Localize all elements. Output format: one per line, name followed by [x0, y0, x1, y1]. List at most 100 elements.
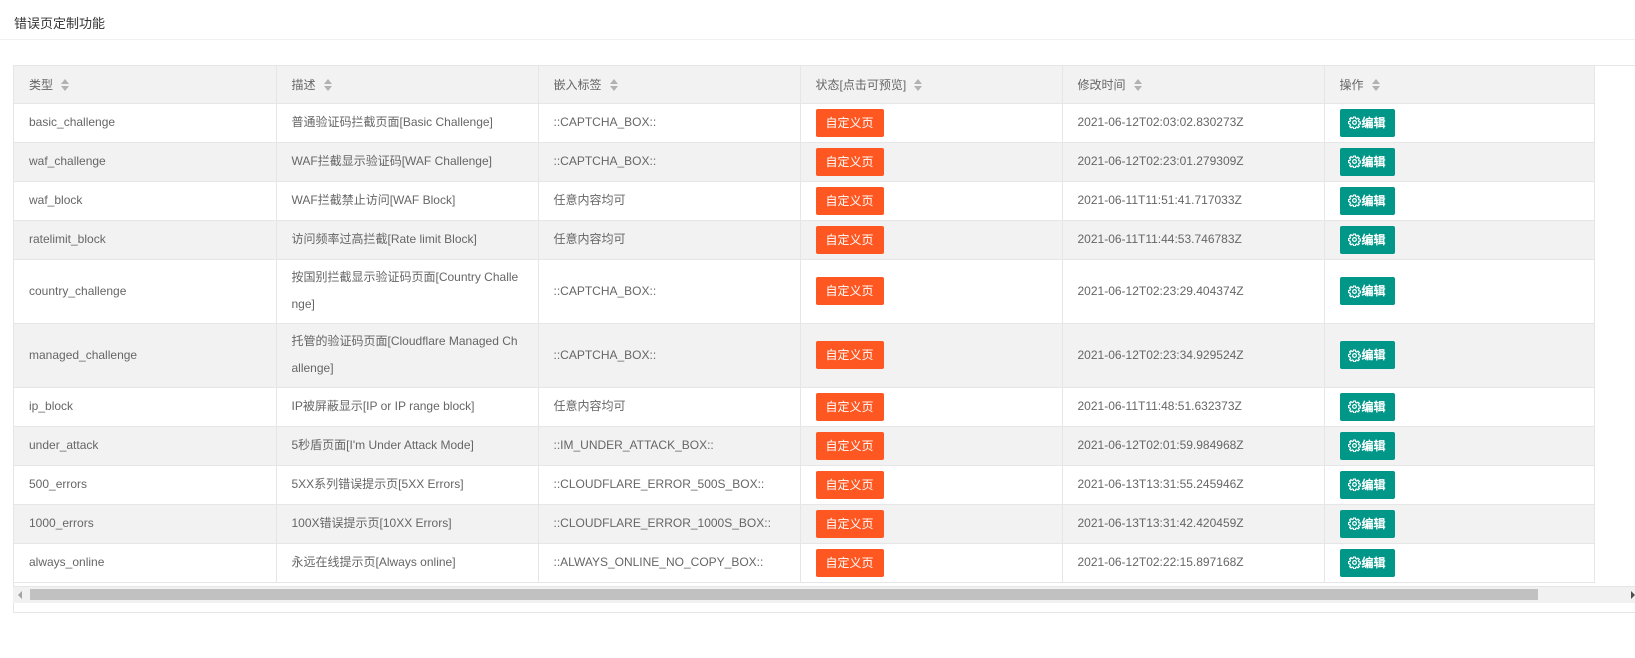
cell-description: WAF拦截禁止访问[WAF Block]	[276, 181, 539, 221]
sort-icon[interactable]	[609, 78, 618, 91]
gear-icon	[1347, 233, 1361, 246]
cell-status: 自定义页	[800, 259, 1063, 324]
cell-description: 永远在线提示页[Always online]	[276, 543, 539, 583]
edit-button[interactable]: 编辑	[1339, 548, 1395, 577]
table-row: always_online 永远在线提示页[Always online] ::A…	[14, 543, 1595, 583]
cell-type: country_challenge	[14, 259, 277, 324]
arrow-left-icon[interactable]	[18, 591, 22, 599]
custom-page-button[interactable]: 自定义页	[815, 147, 884, 176]
cell-modified-time: 2021-06-11T11:44:53.746783Z	[1062, 220, 1325, 260]
column-header-description[interactable]: 描述	[276, 66, 539, 104]
custom-page-button[interactable]: 自定义页	[815, 341, 884, 369]
cell-type: managed_challenge	[14, 323, 277, 388]
page-header: 错误页定制功能	[0, 0, 1635, 40]
edit-button-label: 编辑	[1361, 348, 1386, 362]
cell-type: ip_block	[14, 387, 277, 427]
edit-button[interactable]: 编辑	[1339, 341, 1395, 369]
custom-page-button[interactable]: 自定义页	[815, 548, 884, 577]
edit-button[interactable]: 编辑	[1339, 147, 1395, 176]
cell-embed-tag: ::CAPTCHA_BOX::	[538, 142, 801, 182]
cell-status: 自定义页	[800, 323, 1063, 388]
table-row: ratelimit_block 访问频率过高拦截[Rate limit Bloc…	[14, 220, 1595, 260]
cell-actions: 编辑	[1324, 543, 1595, 583]
sort-icon[interactable]	[1133, 78, 1142, 91]
cell-modified-time: 2021-06-13T13:31:55.245946Z	[1062, 465, 1325, 505]
edit-button[interactable]: 编辑	[1339, 225, 1395, 254]
cell-description: 访问频率过高拦截[Rate limit Block]	[276, 220, 539, 260]
column-header-actions[interactable]: 操作	[1324, 66, 1595, 104]
cell-type: under_attack	[14, 426, 277, 466]
gear-icon	[1347, 517, 1361, 530]
custom-page-button[interactable]: 自定义页	[815, 108, 884, 137]
cell-status: 自定义页	[800, 103, 1063, 143]
edit-button-label: 编辑	[1361, 516, 1386, 531]
cell-description: 普通验证码拦截页面[Basic Challenge]	[276, 103, 539, 143]
custom-page-button[interactable]: 自定义页	[815, 277, 884, 305]
gear-icon	[1347, 194, 1361, 207]
edit-button[interactable]: 编辑	[1339, 470, 1395, 499]
edit-button-label: 编辑	[1361, 438, 1386, 453]
custom-page-button[interactable]: 自定义页	[815, 470, 884, 499]
sort-icon[interactable]	[914, 78, 923, 91]
custom-page-button[interactable]: 自定义页	[815, 186, 884, 215]
cell-actions: 编辑	[1324, 323, 1595, 388]
table-header-row: 类型 描述 嵌入标签 状态[点击可预览] 修改时间 操作	[14, 66, 1595, 104]
cell-type: ratelimit_block	[14, 220, 277, 260]
cell-actions: 编辑	[1324, 387, 1595, 427]
gear-icon	[1347, 400, 1361, 413]
sort-icon[interactable]	[61, 78, 70, 91]
edit-button[interactable]: 编辑	[1339, 392, 1395, 421]
cell-embed-tag: ::CAPTCHA_BOX::	[538, 259, 801, 324]
cell-modified-time: 2021-06-12T02:03:02.830273Z	[1062, 103, 1325, 143]
cell-embed-tag: ::CAPTCHA_BOX::	[538, 323, 801, 388]
table-row: under_attack 5秒盾页面[I'm Under Attack Mode…	[14, 426, 1595, 466]
custom-page-button[interactable]: 自定义页	[815, 509, 884, 538]
cell-modified-time: 2021-06-12T02:23:29.404374Z	[1062, 259, 1325, 324]
cell-actions: 编辑	[1324, 259, 1595, 324]
error-page-table: 类型 描述 嵌入标签 状态[点击可预览] 修改时间 操作 basic_chall…	[14, 66, 1595, 583]
cell-actions: 编辑	[1324, 426, 1595, 466]
horizontal-scrollbar[interactable]	[13, 586, 1635, 603]
scrollbar-thumb[interactable]	[30, 589, 1538, 600]
custom-page-button[interactable]: 自定义页	[815, 392, 884, 421]
cell-description: 5XX系列错误提示页[5XX Errors]	[276, 465, 539, 505]
gear-icon	[1347, 478, 1361, 491]
table-row: ip_block IP被屏蔽显示[IP or IP range block] 任…	[14, 387, 1595, 427]
custom-page-button[interactable]: 自定义页	[815, 431, 884, 460]
cell-status: 自定义页	[800, 465, 1063, 505]
edit-button[interactable]: 编辑	[1339, 108, 1395, 137]
cell-status: 自定义页	[800, 504, 1063, 544]
cell-description: 按国别拦截显示验证码页面[Country Challenge]	[276, 259, 539, 324]
cell-type: waf_block	[14, 181, 277, 221]
column-header-modified-time[interactable]: 修改时间	[1062, 66, 1325, 104]
cell-modified-time: 2021-06-12T02:01:59.984968Z	[1062, 426, 1325, 466]
column-header-status[interactable]: 状态[点击可预览]	[800, 66, 1063, 104]
column-header-type[interactable]: 类型	[14, 66, 277, 104]
cell-description: 托管的验证码页面[Cloudflare Managed Challenge]	[276, 323, 539, 388]
table-row: waf_challenge WAF拦截显示验证码[WAF Challenge] …	[14, 142, 1595, 182]
gear-icon	[1347, 348, 1361, 362]
column-header-embed-tag[interactable]: 嵌入标签	[538, 66, 801, 104]
edit-button[interactable]: 编辑	[1339, 509, 1395, 538]
gear-icon	[1347, 439, 1361, 452]
gear-icon	[1347, 155, 1361, 168]
cell-description: WAF拦截显示验证码[WAF Challenge]	[276, 142, 539, 182]
sort-icon[interactable]	[1371, 78, 1380, 91]
arrow-right-icon[interactable]	[1631, 591, 1635, 599]
custom-page-button[interactable]: 自定义页	[815, 225, 884, 254]
cell-modified-time: 2021-06-11T11:48:51.632373Z	[1062, 387, 1325, 427]
cell-status: 自定义页	[800, 181, 1063, 221]
cell-actions: 编辑	[1324, 142, 1595, 182]
cell-modified-time: 2021-06-12T02:23:34.929524Z	[1062, 323, 1325, 388]
edit-button[interactable]: 编辑	[1339, 277, 1395, 305]
page-title: 错误页定制功能	[14, 16, 106, 31]
edit-button[interactable]: 编辑	[1339, 186, 1395, 215]
cell-embed-tag: 任意内容均可	[538, 220, 801, 260]
cell-embed-tag: ::CLOUDFLARE_ERROR_500S_BOX::	[538, 465, 801, 505]
cell-modified-time: 2021-06-12T02:23:01.279309Z	[1062, 142, 1325, 182]
edit-button[interactable]: 编辑	[1339, 431, 1395, 460]
cell-status: 自定义页	[800, 142, 1063, 182]
cell-type: waf_challenge	[14, 142, 277, 182]
sort-icon[interactable]	[323, 78, 332, 91]
gear-icon	[1347, 556, 1361, 569]
